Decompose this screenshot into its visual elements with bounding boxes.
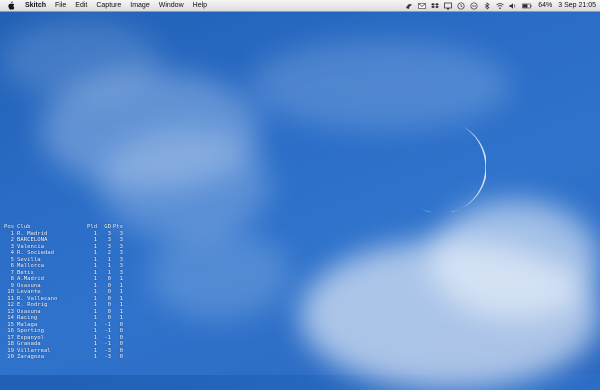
league-table: Pos Club Pld GD Pts 1 R. Madrid 1 3 3 2 BARCEL… [4,224,123,361]
cell-pts: 0 [119,354,123,360]
cell-pos: 20 [7,354,14,360]
cloud [150,230,290,320]
bluetooth-icon[interactable] [483,1,491,10]
screen-icon[interactable] [444,2,453,10]
table-body: 1 R. Madrid 1 3 3 2 BARCELONA 1 3 3 3 Valencia 1 3 3 4 R… [4,231,123,361]
cloud [430,200,600,320]
battery-icon[interactable] [522,2,532,10]
menu-capture[interactable]: Capture [96,2,121,9]
sync-icon[interactable] [470,1,478,10]
mail-icon[interactable] [418,2,427,10]
menu-file[interactable]: File [55,2,66,9]
script-icon[interactable] [405,2,413,10]
wifi-icon[interactable] [496,2,504,10]
table-row: 20 Zaragoza 1 -3 0 [4,354,123,361]
menu-help[interactable]: Help [193,2,207,9]
clock[interactable]: 3 Sep 21:05 [558,2,596,9]
apple-icon[interactable] [7,1,15,10]
volume-icon[interactable] [509,2,517,10]
cloud [100,130,270,240]
menu-image[interactable]: Image [130,2,149,9]
status-area: 64% 3 Sep 21:05 [400,0,596,11]
dropbox-icon[interactable] [431,2,440,10]
timemachine-icon[interactable] [457,1,465,10]
menu-bar: Skitch File Edit Capture Image Window He… [0,0,600,12]
menu-window[interactable]: Window [159,2,184,9]
cell-club: Zaragoza [17,354,44,360]
crescent-moon [420,126,486,212]
menu-edit[interactable]: Edit [75,2,87,9]
cell-gd: -3 [104,354,111,360]
battery-percent: 64% [538,2,553,9]
cloud [250,40,510,130]
cell-pld: 1 [93,354,97,360]
menu-app-name[interactable]: Skitch [25,2,46,9]
